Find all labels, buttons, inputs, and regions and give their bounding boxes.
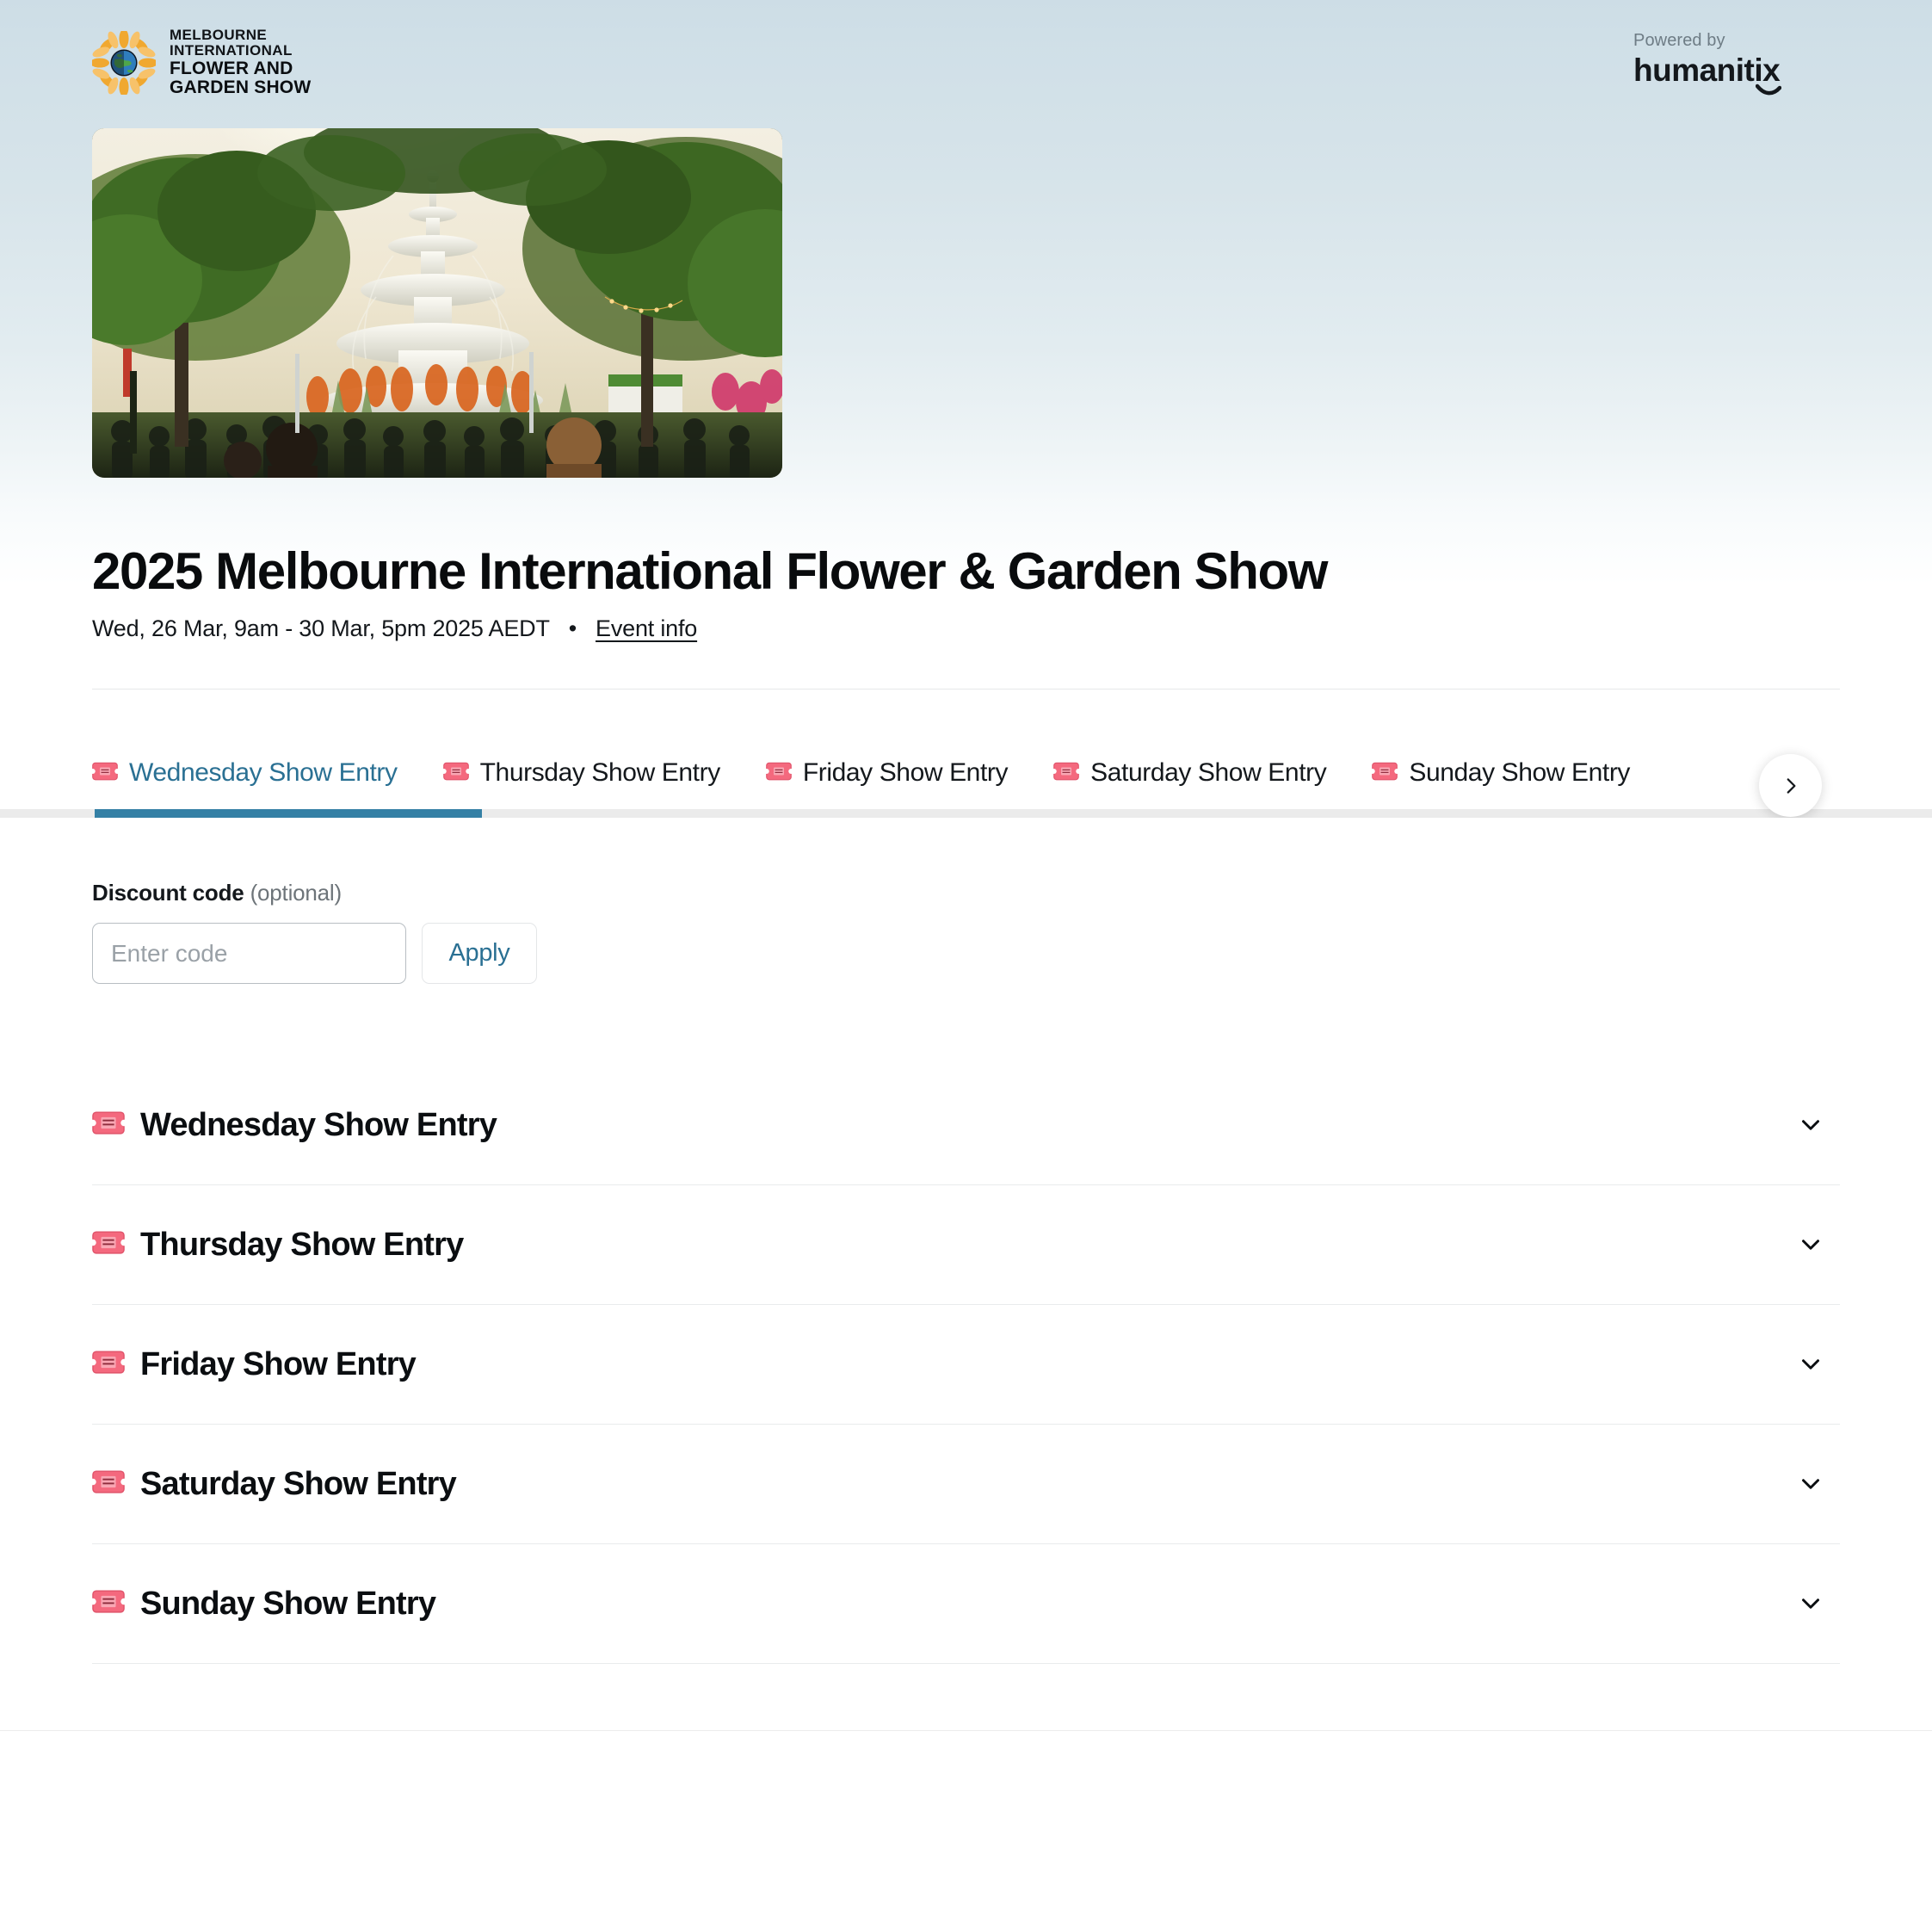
ticket-icon — [90, 1111, 127, 1139]
ticket-section-toggle[interactable] — [1790, 1583, 1831, 1624]
discount-code-input[interactable] — [92, 923, 406, 984]
ticket-icon — [90, 1470, 127, 1498]
ticket-section-title: Friday Show Entry — [140, 1345, 417, 1382]
ticket-section-header: Friday Show Entry — [90, 1345, 417, 1383]
tabs-right-fade — [1687, 736, 1764, 809]
chevron-down-icon — [1802, 1359, 1819, 1370]
ticket-icon — [1051, 736, 1082, 809]
ticket-icon — [90, 1590, 127, 1617]
tab-sunday-show-entry[interactable]: Sunday Show Entry — [1370, 736, 1650, 809]
apply-discount-button[interactable]: Apply — [422, 923, 537, 984]
ticket-section-sunday-show-entry[interactable]: Sunday Show Entry — [90, 1544, 1840, 1664]
ticket-section-toggle[interactable] — [1790, 1224, 1831, 1265]
tab-label: Thursday Show Entry — [479, 758, 721, 787]
discount-code-section: Discount code (optional) Apply — [92, 880, 537, 984]
event-dates: Wed, 26 Mar, 9am - 30 Mar, 5pm 2025 AEDT — [92, 615, 550, 642]
ticket-section-toggle[interactable] — [1790, 1104, 1831, 1146]
brand-line-4: GARDEN SHOW — [170, 77, 312, 98]
ticket-section-title: Saturday Show Entry — [140, 1465, 457, 1502]
discount-code-label: Discount code (optional) — [92, 880, 537, 906]
tabs-strip: Wednesday Show Entry Thursday Show Entry — [90, 736, 1676, 809]
brand-line-2: INTERNATIONAL — [170, 42, 293, 59]
brand-wordmark: MELBOURNE INTERNATIONAL FLOWER AND GARDE… — [170, 27, 312, 98]
chevron-down-icon — [1802, 1240, 1819, 1250]
ticket-section-header: Saturday Show Entry — [90, 1465, 457, 1503]
brand-line-1: MELBOURNE — [170, 27, 268, 43]
ticket-section-toggle[interactable] — [1790, 1344, 1831, 1385]
tabs-scroll-next-button[interactable] — [1759, 754, 1822, 817]
page-root: MELBOURNE INTERNATIONAL FLOWER AND GARDE… — [0, 0, 1932, 1923]
event-info-link[interactable]: Event info — [596, 615, 697, 642]
event-meta-row: Wed, 26 Mar, 9am - 30 Mar, 5pm 2025 AEDT… — [92, 615, 1840, 642]
ticket-icon — [1370, 736, 1400, 809]
ticket-section-thursday-show-entry[interactable]: Thursday Show Entry — [90, 1185, 1840, 1305]
ticket-section-header: Sunday Show Entry — [90, 1585, 436, 1623]
discount-code-optional-note: (optional) — [250, 880, 343, 906]
page-footer: Skip to More Tickets Continue — [0, 1731, 1932, 1923]
humanitix-swash-icon — [1756, 83, 1782, 96]
powered-by-label: Powered by — [1633, 31, 1725, 50]
brand-line-3: FLOWER AND — [170, 58, 293, 78]
ticket-section-title: Wednesday Show Entry — [140, 1106, 497, 1143]
tab-saturday-show-entry[interactable]: Saturday Show Entry — [1051, 736, 1346, 809]
chevron-down-icon — [1802, 1120, 1819, 1130]
ticket-section-header: Thursday Show Entry — [90, 1226, 464, 1264]
tab-friday-show-entry[interactable]: Friday Show Entry — [763, 736, 1028, 809]
sunflower-globe-logo-icon — [90, 28, 158, 97]
ticket-icon — [90, 1351, 127, 1378]
ticket-section-title: Sunday Show Entry — [140, 1585, 436, 1622]
tab-label: Wednesday Show Entry — [129, 758, 398, 787]
humanitix-wordmark-text: humanitix — [1633, 53, 1781, 88]
ticket-section-title: Thursday Show Entry — [140, 1226, 464, 1263]
ticket-section-saturday-show-entry[interactable]: Saturday Show Entry — [90, 1425, 1840, 1544]
event-title-block: 2025 Melbourne International Flower & Ga… — [92, 542, 1840, 642]
discount-code-label-text: Discount code — [92, 880, 244, 906]
chevron-down-icon — [1802, 1479, 1819, 1489]
tab-label: Sunday Show Entry — [1409, 758, 1631, 787]
ticket-section-friday-show-entry[interactable]: Friday Show Entry — [90, 1305, 1840, 1425]
event-hero-image — [92, 128, 782, 478]
ticket-section-wednesday-show-entry[interactable]: Wednesday Show Entry — [90, 1066, 1840, 1185]
meta-separator: • — [568, 615, 577, 642]
ticket-icon — [441, 736, 471, 809]
page-header: MELBOURNE INTERNATIONAL FLOWER AND GARDE… — [0, 0, 1932, 121]
ticket-icon — [763, 736, 794, 809]
hero-illustration — [92, 128, 782, 478]
tab-active-underline — [95, 809, 482, 818]
ticket-date-tabs: Wednesday Show Entry Thursday Show Entry — [0, 736, 1932, 818]
chevron-right-icon — [1787, 777, 1795, 794]
tab-label: Saturday Show Entry — [1090, 758, 1327, 787]
humanitix-wordmark: humanitix — [1633, 53, 1782, 96]
discount-code-row: Apply — [92, 923, 537, 984]
ticket-icon — [90, 1231, 127, 1258]
page-title: 2025 Melbourne International Flower & Ga… — [92, 542, 1328, 600]
tab-thursday-show-entry[interactable]: Thursday Show Entry — [441, 736, 740, 809]
tab-wednesday-show-entry[interactable]: Wednesday Show Entry — [90, 736, 417, 809]
event-brand-logo: MELBOURNE INTERNATIONAL FLOWER AND GARDE… — [90, 27, 312, 98]
ticket-section-header: Wednesday Show Entry — [90, 1106, 497, 1144]
ticket-section-toggle[interactable] — [1790, 1463, 1831, 1505]
ticket-type-list: Wednesday Show Entry Thursday Show Entry… — [90, 1066, 1840, 1664]
powered-by-humanitix: Powered by humanitix — [1633, 31, 1840, 96]
tab-label: Friday Show Entry — [802, 758, 1009, 787]
ticket-icon — [90, 736, 120, 809]
chevron-down-icon — [1802, 1598, 1819, 1609]
